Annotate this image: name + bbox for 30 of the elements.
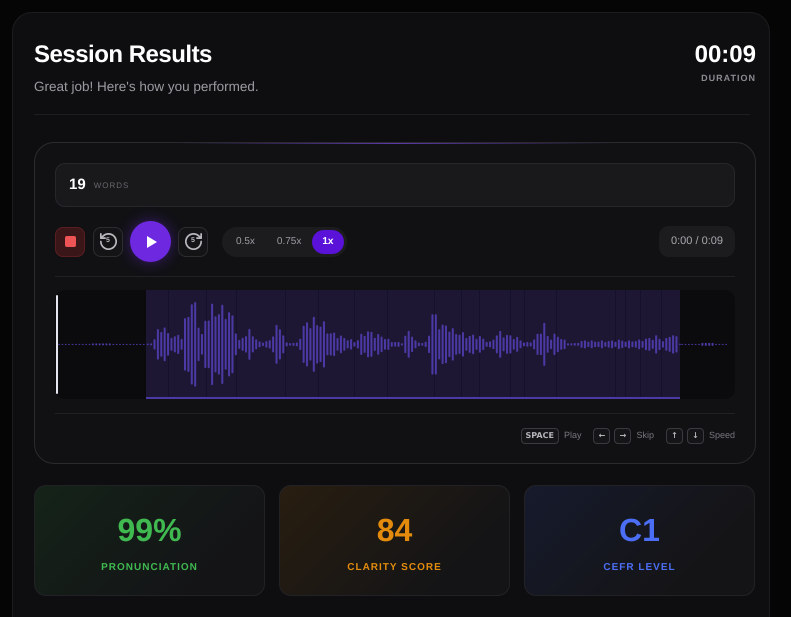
key-cap: ← bbox=[593, 428, 610, 444]
duration-label: DURATION bbox=[701, 72, 756, 84]
shortcut-label: Skip bbox=[636, 429, 654, 442]
key-cap: SPACE bbox=[520, 428, 559, 444]
speed-option[interactable]: 0.75x bbox=[266, 230, 312, 254]
page-subtitle: Great job! Here's how you performed. bbox=[34, 78, 259, 96]
key-cap: → bbox=[614, 428, 632, 444]
stat-value: C1 bbox=[619, 510, 660, 548]
word-count: 19 bbox=[69, 174, 86, 195]
stat-label: PRONUNCIATION bbox=[101, 560, 198, 574]
shortcut-label: Speed bbox=[708, 429, 735, 442]
stat-label: CEFR LEVEL bbox=[603, 560, 676, 574]
stop-button[interactable] bbox=[55, 226, 85, 256]
stop-icon bbox=[64, 236, 76, 247]
playhead-handle[interactable] bbox=[56, 295, 58, 394]
key-cap: ↑ bbox=[666, 428, 683, 444]
page-title: Session Results bbox=[34, 40, 213, 70]
speed-option[interactable]: 1x bbox=[312, 230, 344, 254]
word-count-label: WORDS bbox=[94, 180, 130, 192]
time-display: 0:00 / 0:09 bbox=[659, 226, 735, 257]
duration-value: 00:09 bbox=[694, 40, 756, 70]
rotate-left-icon bbox=[100, 233, 116, 250]
speed-option[interactable]: 0.5x bbox=[225, 230, 266, 254]
shortcut-label: Play bbox=[564, 429, 582, 442]
stat-value: 84 bbox=[376, 510, 412, 548]
stat-label: CLARITY SCORE bbox=[347, 560, 442, 574]
key-cap: ↓ bbox=[686, 428, 704, 444]
rotate-right-icon bbox=[184, 233, 202, 250]
play-button[interactable] bbox=[130, 221, 171, 262]
stat-value: 99% bbox=[117, 510, 182, 548]
